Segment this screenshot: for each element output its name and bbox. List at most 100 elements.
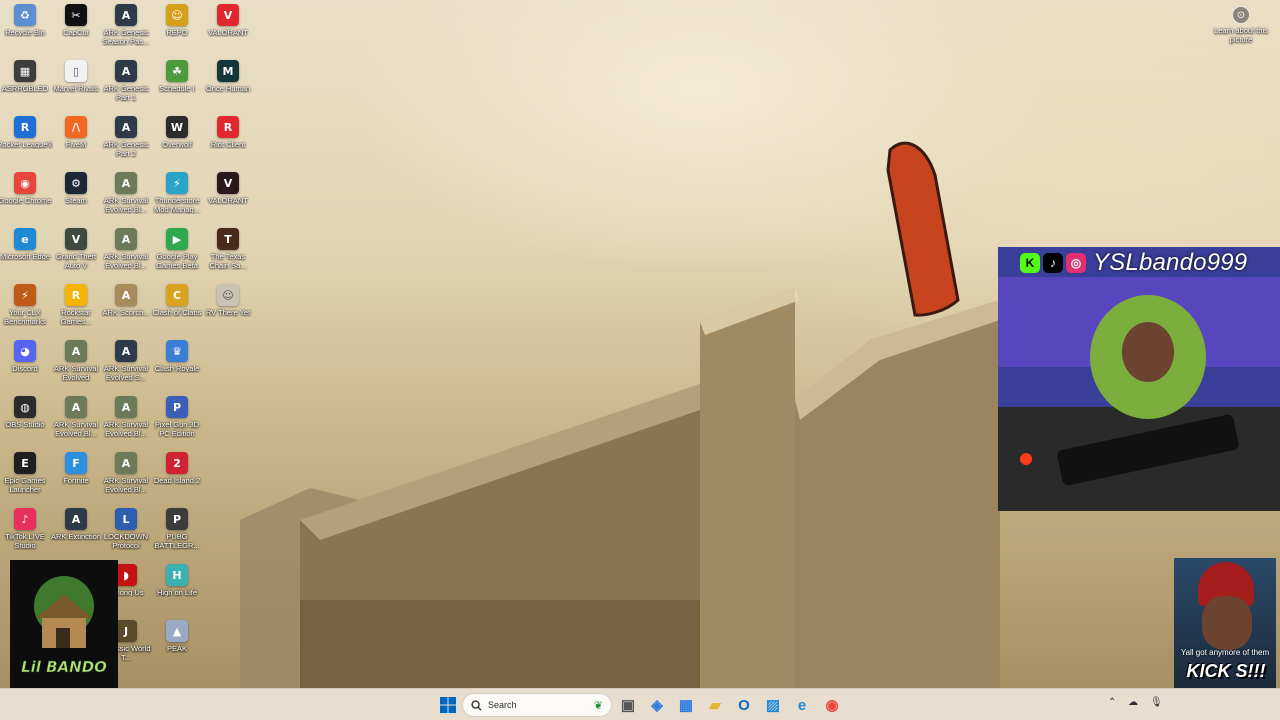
desktop-icon[interactable]: ⚙ Steam [51,172,101,226]
desktop-icon[interactable]: P Pixel Gun 3D PC Edition [152,396,202,450]
rv-icon: ☺ [217,284,239,306]
desktop-icon[interactable]: ▦ ASRRGBLED [0,60,50,114]
clash-of-clans-icon: C [166,284,188,306]
desktop-icon[interactable]: W Overwolf [152,116,202,170]
kick-icon: K [1020,253,1040,273]
desktop-icon[interactable]: A ARK Survival Evolved Bl... [101,396,151,450]
desktop-icon[interactable]: E Epic Games Launcher [0,452,50,506]
desktop-icon[interactable]: H High on Life [152,564,202,618]
desktop-icon-label: Rocket League® [0,140,53,149]
schedule-icon: ☘ [166,60,188,82]
desktop-icon[interactable]: C Clash of Clans [152,284,202,338]
desktop-icon[interactable]: e Microsoft Edge [0,228,50,282]
meme-caption: Yall got anymore of them [1180,648,1270,657]
ark-icon: A [115,396,137,418]
desktop-icon[interactable]: T The Texas Chain Sa... [203,228,253,282]
desktop-icon[interactable]: P PUBG BATTLEGR... [152,508,202,562]
chrome-taskbar-button[interactable]: ◉ [820,693,844,717]
taskbar-search[interactable]: Search ❦ [462,693,612,717]
desktop-icon[interactable]: V VALORANT [203,4,253,58]
desktop-icon[interactable]: ◕ Discord [0,340,50,394]
desktop-icon[interactable]: ♛ Clash Royale [152,340,202,394]
copilot-taskbar-button[interactable]: ◈ [645,693,669,717]
photos-taskbar-button[interactable]: ▨ [761,693,785,717]
desktop-icon[interactable]: R Riot Client [203,116,253,170]
desktop-icon[interactable]: V Grand Theft Auto V [51,228,101,282]
desktop-icon[interactable]: ☺ REPO [152,4,202,58]
desktop-icon[interactable]: ▶ Google Play Games Beta [152,228,202,282]
ark-icon: A [115,4,137,26]
desktop-icon[interactable]: A ARK Survival Evolved Bl... [101,228,151,282]
stream-handle: YSLbando999 [1093,249,1248,276]
edge-taskbar-button[interactable]: e [790,693,814,717]
desktop-icon[interactable]: F Fortnite [51,452,101,506]
desktop-icon[interactable]: A ARK Genesis Part 1 [101,60,151,114]
desktop-icon[interactable]: ✂ CapCut [51,4,101,58]
desktop-icon[interactable]: ▯ Marvel Rivals [51,60,101,114]
gta-icon: V [65,228,87,250]
desktop-icon[interactable]: ⚡ Thunderstore Mod Manag... [152,172,202,226]
jurassic-icon: J [115,620,137,642]
ark-icon: A [115,116,137,138]
outlook-taskbar-button[interactable]: O [732,693,756,717]
desktop-icon[interactable]: M Once Human [203,60,253,114]
desktop-icon[interactable]: A ARK Extinction [51,508,101,562]
search-placeholder: Search [488,700,517,710]
riot-icon: R [217,116,239,138]
desktop-icon-label: Pixel Gun 3D PC Edition [154,420,200,438]
desktop-icon[interactable]: A ARK Survival Evolved S... [101,340,151,394]
ark-icon: A [115,228,137,250]
windows-logo-icon [440,697,456,713]
desktop-icon[interactable]: ☘ Schedule I [152,60,202,114]
learn-about-picture[interactable]: ⊙ Learn about this picture [1212,6,1270,44]
capcut-icon: ✂ [65,4,87,26]
desktop-icon[interactable]: ◍ OBS Studio [0,396,50,450]
desktop-icon[interactable]: L LOCKDOWN Protocol [101,508,151,562]
microsoft-store-icon: ▦ [678,697,694,714]
desktop-icon[interactable]: A ARK Survival Evolved Bl... [101,172,151,226]
desktop-icon[interactable]: A ARK Genesis Season Pas... [101,4,151,58]
desktop-icon[interactable]: 2 Dead Island 2 [152,452,202,506]
ark-icon: A [115,172,137,194]
rockstar-icon: R [65,284,87,306]
task-view-taskbar-button[interactable]: ▣ [616,693,640,717]
ark-icon: A [115,284,137,306]
desktop-icon-label: Once Human [205,84,251,93]
chevron-up-icon[interactable]: ⌃ [1108,697,1116,708]
start-button[interactable] [436,693,460,717]
learn-about-picture-label: Learn about this picture [1214,26,1268,44]
desktop-icon[interactable]: ◉ Google Chrome [0,172,51,226]
desktop-icon-label: Fortnite [63,476,89,485]
desktop-icon[interactable]: V VALORANT [203,172,253,226]
desktop-icon[interactable]: ♻ Recycle Bin [0,4,50,58]
epic-games-icon: E [14,452,36,474]
desktop-icon[interactable]: A ARK Survival Evolved [51,340,101,394]
peak-icon: ▲ [166,620,188,642]
recycle-bin-icon: ♻ [14,4,36,26]
desktop-icon[interactable]: R Rockstar Games... [51,284,101,338]
desktop-icon[interactable]: A ARK Survival Evolved Bl... [101,452,151,506]
desktop-icon[interactable]: ▲ PEAK [152,620,202,674]
desktop-icon[interactable]: ⚡ Your CLX Benchmarks [0,284,50,338]
desktop-icon[interactable]: A ARK Genesis Part 2 [101,116,151,170]
desktop-icon[interactable]: ☺ RV There Yet [203,284,253,338]
edge-icon: e [14,228,36,250]
microsoft-store-taskbar-button[interactable]: ▦ [674,693,698,717]
desktop-icon[interactable]: /\ FiveM [51,116,101,170]
onedrive-icon[interactable]: ☁ [1128,697,1138,708]
clx-icon: ⚡ [14,284,36,306]
desktop-icon-label: Steam [65,196,87,205]
ark-icon: A [115,340,137,362]
microphone-icon[interactable]: 🎙 [1150,697,1163,708]
desktop-icon[interactable]: A ARK Scorch... [101,284,151,338]
desktop-icon[interactable]: R Rocket League® [0,116,53,170]
desktop-icon[interactable]: ♪ TikTok LIVE Studio [0,508,50,562]
repo-icon: ☺ [166,4,188,26]
desktop-icon-label: ARK Survival Evolved [53,364,99,382]
desktop-icon-label: ARK Survival Evolved Bl... [103,420,149,438]
ark-icon: A [65,340,87,362]
among-us-icon: ◗ [115,564,137,586]
file-explorer-taskbar-button[interactable]: ▰ [703,693,727,717]
desktop-icon[interactable]: A ARK Survival Evolved Bl... [51,396,101,450]
file-icon: ▯ [65,60,87,82]
